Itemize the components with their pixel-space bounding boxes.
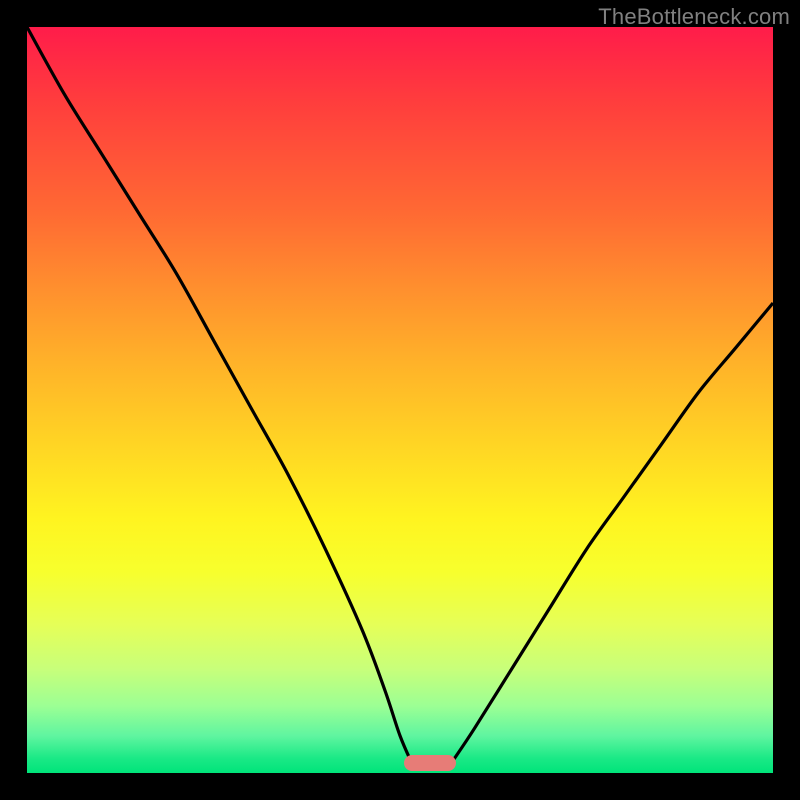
curve-left-branch <box>27 27 411 762</box>
bottleneck-curve <box>27 27 773 773</box>
plot-area <box>27 27 773 773</box>
optimum-marker <box>404 755 456 771</box>
chart-frame: TheBottleneck.com <box>0 0 800 800</box>
curve-right-branch <box>452 303 773 762</box>
watermark-text: TheBottleneck.com <box>598 4 790 30</box>
